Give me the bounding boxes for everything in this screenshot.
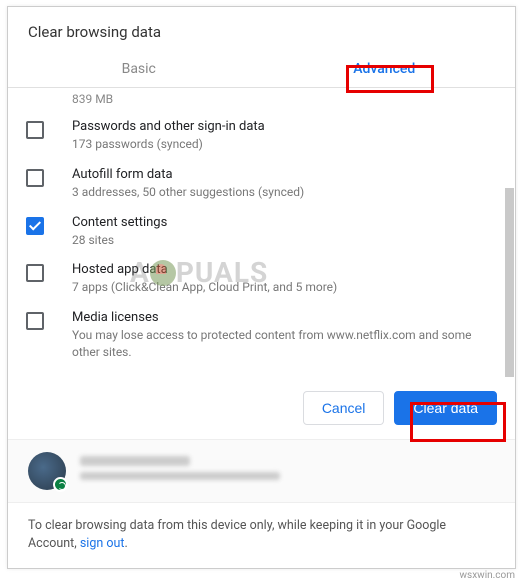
clear-data-button[interactable]: Clear data: [394, 391, 497, 425]
source-attribution: wsxwin.com: [460, 570, 515, 581]
tab-advanced[interactable]: Advanced: [262, 51, 508, 87]
option-label: Hosted app data: [72, 262, 489, 277]
option-label: Autofill form data: [72, 167, 489, 182]
cancel-button[interactable]: Cancel: [303, 391, 385, 425]
option-label: Media licenses: [72, 310, 489, 325]
scrollbar-thumb[interactable]: [505, 188, 514, 377]
checkbox-media-licenses[interactable]: [26, 312, 44, 330]
checkbox-hosted-app-data[interactable]: [26, 264, 44, 282]
option-content-settings: Content settings 28 sites: [26, 208, 489, 256]
option-passwords: Passwords and other sign-in data 173 pas…: [26, 112, 489, 160]
tab-bar: Basic Advanced: [8, 51, 515, 88]
footer-period: .: [124, 536, 127, 551]
option-media-licenses: Media licenses You may lose access to pr…: [26, 303, 489, 368]
option-sub: 28 sites: [72, 232, 489, 249]
account-row: [8, 440, 515, 503]
account-info: [80, 456, 280, 486]
checkbox-autofill[interactable]: [26, 169, 44, 187]
option-label: Passwords and other sign-in data: [72, 119, 489, 134]
account-name-redacted: [80, 456, 190, 466]
avatar: [28, 452, 66, 490]
options-scroll-area: 839 MB Passwords and other sign-in data …: [8, 88, 515, 377]
option-sub: 173 passwords (synced): [72, 136, 489, 153]
sync-badge-icon: [53, 477, 68, 492]
account-email-redacted: [80, 472, 280, 480]
option-sub: 3 addresses, 50 other suggestions (synce…: [72, 184, 489, 201]
dialog-title: Clear browsing data: [8, 7, 515, 51]
option-autofill: Autofill form data 3 addresses, 50 other…: [26, 160, 489, 208]
dialog-actions: Cancel Clear data: [8, 377, 515, 440]
checkbox-content-settings[interactable]: [26, 217, 44, 235]
option-label: Content settings: [72, 215, 489, 230]
checkbox-passwords[interactable]: [26, 121, 44, 139]
footer-note: To clear browsing data from this device …: [8, 503, 515, 569]
truncated-prev-item-size: 839 MB: [26, 92, 489, 106]
clear-browsing-data-dialog: Clear browsing data Basic Advanced 839 M…: [7, 6, 516, 569]
option-hosted-app-data: Hosted app data 7 apps (Click&Clean App,…: [26, 255, 489, 303]
tab-basic[interactable]: Basic: [16, 51, 262, 87]
option-sub: You may lose access to protected content…: [72, 327, 489, 361]
option-sub: 7 apps (Click&Clean App, Cloud Print, an…: [72, 279, 489, 296]
sign-out-link[interactable]: sign out: [80, 536, 125, 551]
